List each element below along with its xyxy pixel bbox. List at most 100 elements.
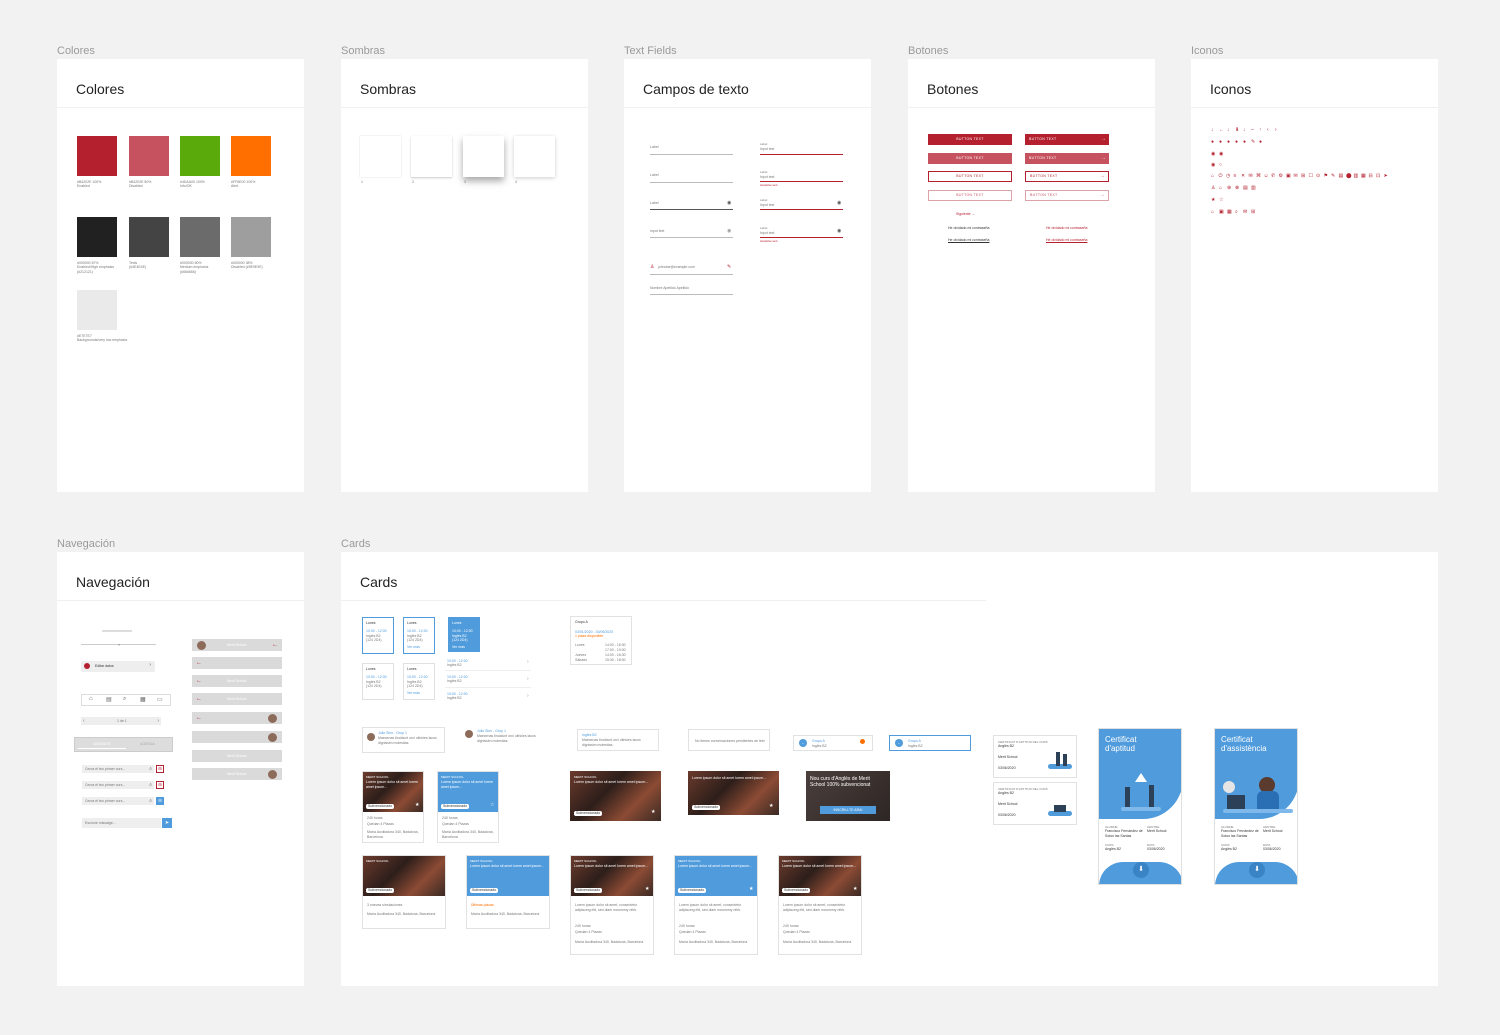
chevron-right-icon[interactable]: › — [157, 717, 159, 725]
star-icon[interactable]: ☆ — [490, 802, 494, 808]
password-field-error[interactable] — [760, 237, 843, 238]
chat-card[interactable]: Julio Sinn - Grup 1 Maecenas tincidunt o… — [362, 727, 445, 753]
search-input[interactable]: Cerca el teu primer curs... ⌕ — [82, 797, 154, 805]
more-link[interactable]: Ver más — [407, 645, 420, 650]
forgot-password-link[interactable]: He olvidado mi contraseña — [948, 226, 989, 231]
chevron-left-icon[interactable]: ‹ — [83, 717, 85, 725]
eye-icon[interactable]: ◉ — [727, 228, 731, 234]
group-select-card[interactable]: ← Grupo A Inglés B2 — [793, 735, 873, 751]
message-input[interactable]: Escriure missatge... — [82, 818, 161, 828]
avatar[interactable] — [197, 640, 206, 650]
course-card-detail-blue[interactable]: MERIT SCHOOL Lorem ipsum dolor sit amet … — [674, 855, 758, 955]
course-card-small-blue[interactable]: MERIT SCHOOL Lorem ipsum dolor sit amet … — [437, 771, 499, 843]
chevron-right-icon[interactable]: › — [527, 659, 529, 665]
password-field[interactable] — [650, 209, 733, 210]
course-card-detail[interactable]: MERIT SCHOOL Lorem ipsum dolor sit amet … — [778, 855, 862, 955]
send-button[interactable]: ➤ — [162, 818, 172, 828]
filter-button[interactable]: ⊞ — [156, 765, 164, 773]
more-link[interactable]: Ver más — [407, 691, 420, 696]
schedule-card[interactable]: Lunes 10:00 - 12:00 Inglés B2 (124 2D4) Ver … — [403, 663, 435, 700]
chevron-right-icon[interactable]: › — [527, 676, 529, 682]
course-card-small[interactable]: MERIT SCHOOL Lorem ipsum dolor sit amet … — [362, 771, 424, 843]
calendar-icon[interactable]: ▦ — [140, 696, 146, 703]
avatar[interactable] — [268, 713, 277, 723]
star-icon[interactable]: ★ — [415, 802, 419, 808]
arrow-left-icon[interactable]: ← — [196, 695, 202, 703]
password-field-active[interactable] — [760, 209, 843, 210]
text-field[interactable] — [650, 154, 733, 155]
chevron-right-icon[interactable]: › — [527, 693, 529, 699]
star-icon[interactable]: ★ — [769, 803, 773, 809]
course-card[interactable]: MERIT SCHOOL Subvencionado 3 nuevas simu… — [362, 855, 446, 929]
outline-button-arrow[interactable]: BUTTON TEXT → — [1025, 171, 1109, 182]
schedule-card[interactable]: Lunes 10:00 - 12:00 Inglés B2 (124 2D4) — [362, 617, 394, 654]
group-select-card-active[interactable]: ← Grupo A Inglés B2 — [889, 735, 971, 751]
eye-icon[interactable]: ◉ — [727, 200, 731, 206]
book-icon[interactable]: ▤ — [106, 696, 112, 703]
edit-icon[interactable]: ✎ — [727, 264, 731, 270]
arrow-left-icon[interactable]: ← — [196, 714, 202, 722]
chat-item[interactable]: Julio Sinn - Grup 1 Maecenas tincidunt o… — [463, 727, 549, 747]
enroll-button[interactable]: INSCRIU-TE ARA! — [820, 806, 876, 814]
home-icon[interactable]: ⌂ — [89, 696, 93, 702]
eye-icon[interactable]: ◉ — [837, 200, 841, 206]
outline-button-disabled-arrow[interactable]: BUTTON TEXT → — [1025, 190, 1109, 201]
certificate-list-card[interactable]: CERTIFICAT D'APTITUD DEL CURS Anglès B2 … — [993, 735, 1077, 778]
schedule-card[interactable]: Lunes 10:00 - 12:00 Inglés B2 (124 2D4) — [362, 663, 394, 700]
outline-button[interactable]: BUTTON TEXT — [928, 171, 1012, 182]
course-banner[interactable]: MERIT SCHOOL Lorem ipsum dolor sit amet … — [570, 771, 661, 821]
forgot-password-link-red-underline[interactable]: He olvidado mi contraseña — [1046, 238, 1087, 243]
certificate-assistencia-card[interactable]: Certificat d'assistència ALUMNE Francisc… — [1214, 728, 1298, 885]
star-icon[interactable]: ★ — [651, 809, 655, 815]
search-input[interactable]: Cerca el teu primer curs... ⌕ — [82, 781, 154, 789]
star-icon[interactable]: ★ — [749, 886, 753, 892]
search-input[interactable]: Cerca el teu primer curs... ⌕ — [82, 765, 154, 773]
arrow-left-icon[interactable]: ← — [196, 677, 202, 685]
arrow-left-icon[interactable]: ← — [272, 641, 278, 649]
forgot-password-link-red[interactable]: He olvidado mi contraseña — [1046, 226, 1087, 231]
more-link[interactable]: Ver más — [452, 645, 465, 650]
primary-button[interactable]: BUTTON TEXT — [928, 134, 1012, 145]
outline-button-disabled[interactable]: BUTTON TEXT — [928, 190, 1012, 201]
schedule-card[interactable]: Lunes 10:00 - 12:00 Inglés B2 (124 2D4) Ver … — [403, 617, 435, 654]
arrow-left-icon[interactable]: ← — [196, 659, 202, 667]
schedule-card-selected[interactable]: Lunes 10:00 - 12:00 Inglés B2 (124 2D4) Ver … — [448, 617, 480, 652]
group-card[interactable]: Grupo A 03/01/2020 - 30/06/2020 1 plaza … — [570, 616, 632, 665]
download-icon[interactable]: ⬇ — [1133, 862, 1149, 878]
star-icon[interactable]: ★ — [645, 886, 649, 892]
course-card-blue[interactable]: MERIT SCHOOL Lorem ipsum dolor sit amet … — [466, 855, 550, 929]
certificate-aptitud-card[interactable]: Certificat d'aptitud ALUMNE Francisco Fe… — [1098, 728, 1182, 885]
filter-button-active[interactable]: ⊞ — [156, 797, 164, 805]
system-icon: ≡ — [1233, 173, 1237, 179]
search-icon[interactable]: ⌕ — [123, 696, 126, 703]
text-field-active[interactable] — [760, 154, 843, 155]
star-icon[interactable]: ★ — [853, 886, 857, 892]
disabled-button[interactable]: BUTTON TEXT — [928, 153, 1012, 164]
system-icon: ✎ — [1251, 139, 1256, 145]
edit-data-row[interactable]: Editar datos › — [81, 661, 155, 672]
chat-icon[interactable]: ▭ — [157, 696, 163, 703]
disabled-button-arrow[interactable]: BUTTON TEXT → — [1025, 153, 1109, 164]
next-link[interactable]: Siguiente → — [956, 212, 975, 217]
course-card-detail[interactable]: MERIT SCHOOL Lorem ipsum dolor sit amet … — [570, 855, 654, 955]
course-banner[interactable]: Lorem ipsum dolor sit amet lorem amet ip… — [688, 771, 779, 815]
system-icon: ● — [1219, 139, 1223, 145]
promo-banner[interactable]: Nou curs d'Anglès de Merit School 100% s… — [806, 771, 890, 821]
eye-icon[interactable]: ◉ — [837, 228, 841, 234]
search-icon: ⌕ — [149, 798, 152, 804]
primary-button-arrow[interactable]: BUTTON TEXT → — [1025, 134, 1109, 145]
avatar[interactable] — [268, 769, 277, 779]
text-field[interactable] — [650, 182, 733, 183]
forgot-password-link-underline[interactable]: He olvidado mi contraseña — [948, 238, 989, 243]
download-icon[interactable]: ⬇ — [1249, 862, 1265, 878]
course-chat-card[interactable]: Inglés B2 Maecenas tincidunt orci ultric… — [577, 729, 659, 751]
avatar[interactable] — [268, 732, 277, 742]
password-field[interactable] — [650, 237, 733, 238]
filter-button[interactable]: ⊞ — [156, 781, 164, 789]
certificate-list-card[interactable]: CERTIFICAT D'APTITUD DEL CURS Anglès B2 … — [993, 782, 1077, 825]
tab-inactive[interactable]: AGENDA — [140, 742, 155, 747]
tab-active[interactable]: ASIGNATS — [93, 742, 110, 747]
text-field-error[interactable] — [760, 181, 843, 182]
name-field[interactable] — [650, 294, 733, 295]
email-field[interactable] — [650, 274, 733, 275]
